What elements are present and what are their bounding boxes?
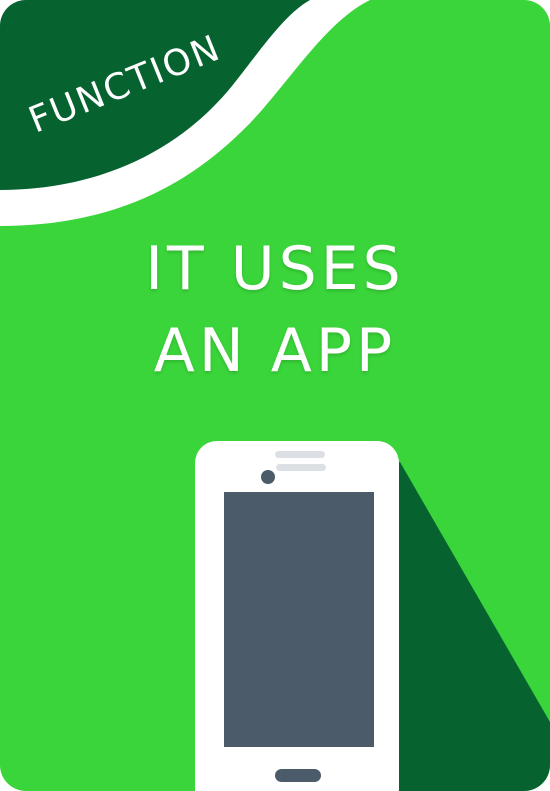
headline: IT USES AN APP — [0, 228, 550, 392]
function-card: FUNCTION IT USES AN APP — [0, 0, 550, 791]
phone-screen — [224, 492, 374, 747]
phone-speaker — [275, 451, 325, 458]
phone-sensor — [276, 464, 326, 471]
headline-line-1: IT USES — [145, 234, 405, 304]
smartphone-icon — [195, 441, 399, 791]
phone-home-button — [275, 769, 321, 782]
phone-camera — [261, 470, 275, 484]
headline-line-2: AN APP — [153, 316, 397, 386]
phone-shadow — [385, 462, 550, 791]
